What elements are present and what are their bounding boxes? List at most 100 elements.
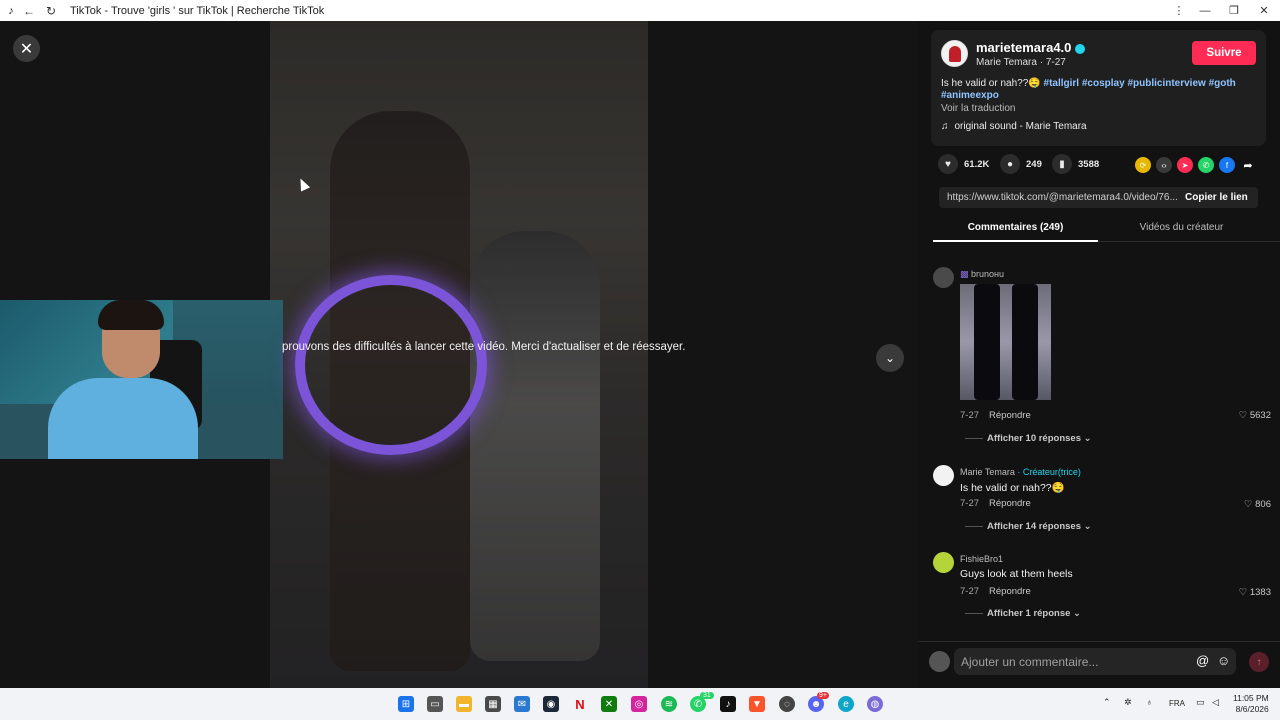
comment-meta: 7-27 Répondre bbox=[960, 498, 1031, 509]
comment-image[interactable] bbox=[960, 284, 1051, 400]
author-username[interactable]: marietemara4.0 bbox=[976, 40, 1086, 55]
steam-icon[interactable]: ◉ bbox=[543, 696, 559, 712]
comment-like-button[interactable]: ♡ 5632 bbox=[1239, 410, 1271, 421]
windows-taskbar: ⊞ ▭ ▬ ▦ ✉ ◉ N ✕ ◎ ≋ ✆ 31 ♪ ▼ ◌ ☻ 9+ e ◍ … bbox=[0, 688, 1280, 720]
close-icon: ✕ bbox=[19, 40, 34, 58]
whatsapp-badge: 31 bbox=[700, 692, 714, 699]
back-arrow-icon[interactable]: ← bbox=[18, 4, 40, 18]
bluetooth-tray-icon[interactable]: ✲ bbox=[1124, 697, 1132, 708]
reply-button[interactable]: Répondre bbox=[989, 410, 1031, 421]
task-view-icon[interactable]: ▭ bbox=[427, 696, 443, 712]
reply-button[interactable]: Répondre bbox=[989, 586, 1031, 597]
heart-outline-icon: ♡ bbox=[1238, 410, 1250, 421]
sound-link[interactable]: ♫ original sound - Marie Temara bbox=[941, 121, 1087, 132]
commenter-username[interactable]: ▩ brunoнu bbox=[960, 269, 1004, 280]
close-window-icon[interactable]: ✕ bbox=[1249, 0, 1279, 21]
emoji-icon[interactable]: ☺ bbox=[1217, 653, 1230, 668]
show-replies-button[interactable]: Afficher 14 réponses ⌄ bbox=[965, 521, 1092, 532]
webcam-person-hair bbox=[98, 300, 164, 330]
like-button[interactable]: ♥ 61.2K bbox=[938, 154, 989, 174]
music-note-icon: ♫ bbox=[941, 121, 949, 132]
save-button[interactable]: ▮ 3588 bbox=[1052, 154, 1099, 174]
close-video-button[interactable]: ✕ bbox=[13, 35, 40, 62]
action-bar: ♥ 61.2K ● 249 ▮ 3588 ⟳ ‹› ➤ ✆ f ➦ bbox=[938, 154, 1278, 176]
tab-creator-videos[interactable]: Vidéos du créateur bbox=[1099, 222, 1264, 233]
microsoft-store-icon[interactable]: ▦ bbox=[485, 696, 501, 712]
spotify-icon[interactable]: ≋ bbox=[661, 696, 677, 712]
microphone-icon[interactable]: ♁ bbox=[1146, 697, 1153, 707]
embed-code-icon[interactable]: ‹› bbox=[1156, 157, 1172, 173]
video-url[interactable]: https://www.tiktok.com/@marietemara4.0/v… bbox=[947, 192, 1177, 203]
see-translation-link[interactable]: Voir la traduction bbox=[941, 103, 1016, 114]
reload-icon[interactable]: ↻ bbox=[40, 4, 62, 18]
volume-icon[interactable]: ◁ bbox=[1212, 697, 1219, 708]
commenter-username[interactable]: Marie Temara · Créateur(trice) bbox=[960, 467, 1081, 477]
bookmark-icon: ▮ bbox=[1052, 154, 1072, 174]
tab-comments[interactable]: Commentaires (249) bbox=[933, 222, 1098, 233]
tiktok-logo-icon: ♪ bbox=[8, 4, 14, 17]
follow-button[interactable]: Suivre bbox=[1192, 41, 1256, 65]
whatsapp-share-icon[interactable]: ✆ bbox=[1198, 157, 1214, 173]
repost-icon[interactable]: ⟳ bbox=[1135, 157, 1151, 173]
author-subline: Marie Temara · 7-27 bbox=[976, 57, 1066, 68]
app-icon[interactable]: ◌ bbox=[779, 696, 795, 712]
clock-date: 8/6/2026 bbox=[1235, 704, 1269, 714]
comment-bubble-icon: ● bbox=[1000, 154, 1020, 174]
commenter-avatar[interactable] bbox=[933, 267, 954, 288]
hashtag-link[interactable]: #animeexpo bbox=[941, 90, 999, 101]
comment-meta: 7-27 Répondre bbox=[960, 586, 1031, 597]
show-replies-button[interactable]: Afficher 1 réponse ⌄ bbox=[965, 608, 1081, 619]
author-avatar[interactable] bbox=[941, 40, 968, 67]
webcam-overlay bbox=[0, 300, 283, 459]
copy-link-button[interactable]: Copier le lien bbox=[1185, 192, 1248, 203]
restore-icon[interactable]: ❐ bbox=[1219, 0, 1249, 21]
chevron-down-icon: ⌄ bbox=[884, 351, 896, 365]
video-player[interactable]: ✕ prouvons des difficultés à lancer cett… bbox=[0, 21, 918, 688]
system-clock[interactable]: 11:05 PM 8/6/2026 bbox=[1233, 693, 1269, 715]
comment-text: Is he valid or nah??🤤 bbox=[960, 482, 1065, 494]
heart-outline-icon: ♡ bbox=[1243, 499, 1256, 510]
network-icon[interactable]: ▭ bbox=[1196, 697, 1205, 708]
netflix-icon[interactable]: N bbox=[572, 696, 588, 712]
comment-meta: 7-27 Répondre bbox=[960, 410, 1031, 421]
share-arrow-icon[interactable]: ➦ bbox=[1240, 157, 1256, 173]
instagram-icon[interactable]: ◎ bbox=[631, 696, 647, 712]
mail-icon[interactable]: ✉ bbox=[514, 696, 530, 712]
window-titlebar: ♪ ← ↻ TikTok - Trouve 'girls ' sur TikTo… bbox=[0, 0, 1280, 21]
edge-browser-icon[interactable]: e bbox=[838, 696, 854, 712]
video-error-message: prouvons des difficultés à lancer cette … bbox=[282, 341, 686, 353]
next-video-button[interactable]: ⌄ bbox=[876, 344, 904, 372]
reply-button[interactable]: Répondre bbox=[989, 498, 1031, 509]
file-explorer-icon[interactable]: ▬ bbox=[456, 696, 472, 712]
side-panel: marietemara4.0 Marie Temara · 7-27 Suivr… bbox=[918, 21, 1280, 688]
comment-button[interactable]: ● 249 bbox=[1000, 154, 1042, 174]
xbox-icon[interactable]: ✕ bbox=[601, 696, 617, 712]
facebook-share-icon[interactable]: f bbox=[1219, 157, 1235, 173]
active-tab-underline bbox=[933, 240, 1098, 242]
brave-browser-icon[interactable]: ▼ bbox=[749, 696, 765, 712]
webcam-person-body bbox=[48, 378, 198, 459]
show-replies-button[interactable]: Afficher 10 réponses ⌄ bbox=[965, 433, 1092, 444]
tiktok-app-icon[interactable]: ♪ bbox=[720, 696, 736, 712]
comment-like-button[interactable]: ♡ 806 bbox=[1244, 499, 1271, 510]
chevron-up-icon[interactable]: ⌃ bbox=[1103, 697, 1111, 708]
post-comment-button[interactable]: ↑ bbox=[1249, 652, 1269, 672]
mention-icon[interactable]: @ bbox=[1196, 653, 1209, 668]
comment-text: Guys look at them heels bbox=[960, 568, 1073, 580]
heart-outline-icon: ♡ bbox=[1238, 587, 1250, 598]
settings-app-icon[interactable]: ◍ bbox=[867, 696, 883, 712]
windows-start-icon[interactable]: ⊞ bbox=[398, 696, 414, 712]
send-to-friends-icon[interactable]: ➤ bbox=[1177, 157, 1193, 173]
commenter-avatar[interactable] bbox=[933, 465, 954, 486]
error-ring-overlay bbox=[295, 275, 487, 455]
comment-like-button[interactable]: ♡ 1383 bbox=[1239, 587, 1271, 598]
verified-badge-icon bbox=[1075, 43, 1086, 54]
discord-badge: 9+ bbox=[817, 692, 829, 699]
commenter-avatar[interactable] bbox=[933, 552, 954, 573]
commenter-username[interactable]: FishieBro1 bbox=[960, 554, 1003, 564]
input-language[interactable]: FRA bbox=[1169, 699, 1185, 708]
hashtag-links[interactable]: #tallgirl #cosplay #publicinterview #got… bbox=[1044, 78, 1236, 89]
minimize-icon[interactable]: — bbox=[1190, 0, 1220, 21]
comment-input[interactable] bbox=[954, 648, 1236, 675]
video-link-box: https://www.tiktok.com/@marietemara4.0/v… bbox=[939, 187, 1258, 208]
